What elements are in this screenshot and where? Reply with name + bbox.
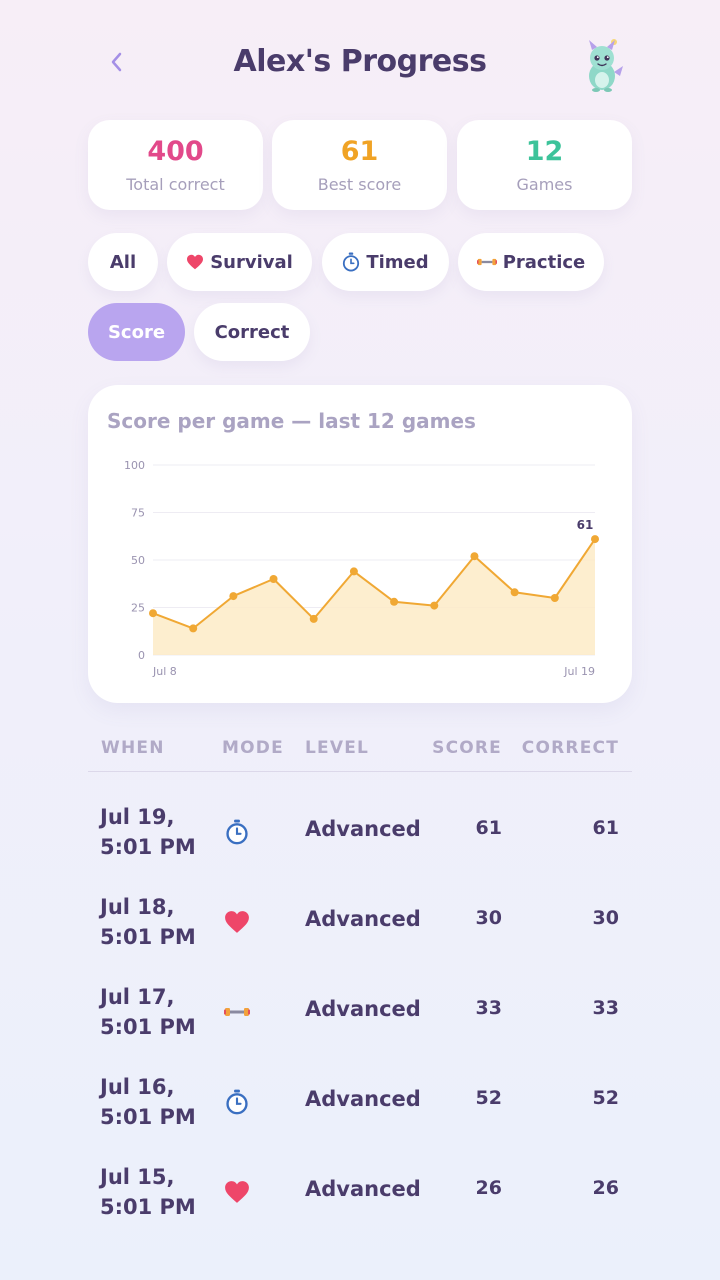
chip-label: Score bbox=[107, 321, 166, 343]
cell-date: Jul 18, bbox=[100, 895, 175, 919]
data-label: 61 bbox=[577, 518, 594, 532]
cell-date: Jul 15, bbox=[100, 1165, 175, 1189]
header: Alex's Progress bbox=[0, 30, 720, 100]
data-point bbox=[149, 609, 157, 618]
cell-correct: 26 bbox=[592, 1177, 619, 1199]
stat-label: Games bbox=[516, 175, 573, 194]
data-point bbox=[189, 624, 198, 633]
stat-value: 400 bbox=[147, 136, 204, 167]
data-point bbox=[550, 594, 559, 602]
header-correct: CORRECT bbox=[521, 738, 619, 758]
cell-level: Advanced bbox=[305, 907, 421, 931]
cell-when: Jul 19, 5:01 PM bbox=[100, 802, 196, 862]
y-tick-label: 100 bbox=[124, 459, 145, 472]
cell-date: Jul 17, bbox=[100, 985, 175, 1009]
data-point bbox=[229, 592, 238, 601]
chip-label: Practice bbox=[502, 251, 586, 273]
metric-correct-chip[interactable]: Correct bbox=[194, 303, 310, 361]
dumbbell-icon bbox=[222, 997, 252, 1027]
cell-when: Jul 16, 5:01 PM bbox=[100, 1072, 196, 1132]
filter-timed-chip[interactable]: Timed bbox=[322, 233, 449, 291]
y-tick-label: 0 bbox=[138, 649, 145, 662]
cell-time: 5:01 PM bbox=[100, 1105, 196, 1129]
stat-value: 12 bbox=[525, 136, 564, 167]
data-point bbox=[309, 614, 318, 623]
stat-label: Best score bbox=[317, 175, 402, 194]
y-tick-label: 50 bbox=[131, 554, 145, 567]
chip-label: All bbox=[109, 251, 137, 273]
table-header: WHEN MODE LEVEL SCORE CORRECT bbox=[88, 738, 632, 772]
header-level: LEVEL bbox=[305, 738, 370, 758]
chip-label: Correct bbox=[214, 321, 290, 343]
stat-label: Total correct bbox=[126, 175, 225, 194]
header-score: SCORE bbox=[432, 738, 502, 758]
stat-games: 12 Games bbox=[457, 120, 632, 210]
cell-time: 5:01 PM bbox=[100, 1015, 196, 1039]
chip-label: Survival bbox=[210, 251, 293, 273]
data-point bbox=[591, 535, 599, 544]
data-point bbox=[269, 575, 278, 583]
data-point bbox=[510, 588, 519, 597]
table-row[interactable]: Jul 17, 5:01 PM Advanced 33 33 bbox=[88, 966, 632, 1056]
stats-row: 400 Total correct 61 Best score 12 Games bbox=[88, 120, 632, 210]
cell-level: Advanced bbox=[305, 1177, 421, 1201]
data-point bbox=[390, 597, 399, 606]
metric-score-chip[interactable]: Score bbox=[88, 303, 185, 361]
cell-when: Jul 15, 5:01 PM bbox=[100, 1162, 196, 1222]
stat-best-score: 61 Best score bbox=[272, 120, 447, 210]
heart-icon bbox=[186, 254, 204, 270]
cell-correct: 52 bbox=[592, 1087, 619, 1109]
data-point bbox=[470, 552, 479, 561]
heart-icon bbox=[222, 907, 252, 937]
cell-when: Jul 17, 5:01 PM bbox=[100, 982, 196, 1042]
dumbbell-icon bbox=[476, 256, 497, 268]
filter-all-chip[interactable]: All bbox=[88, 233, 158, 291]
filter-survival-chip[interactable]: Survival bbox=[167, 233, 312, 291]
cell-level: Advanced bbox=[305, 1087, 421, 1111]
cell-level: Advanced bbox=[305, 817, 421, 841]
y-tick-label: 75 bbox=[131, 507, 145, 520]
cell-score: 61 bbox=[475, 817, 502, 839]
cell-score: 30 bbox=[475, 907, 502, 929]
stat-total-correct: 400 Total correct bbox=[88, 120, 263, 210]
table-row[interactable]: Jul 18, 5:01 PM Advanced 30 30 bbox=[88, 876, 632, 966]
stopwatch-icon bbox=[342, 252, 360, 272]
cell-score: 52 bbox=[475, 1087, 502, 1109]
cell-score: 26 bbox=[475, 1177, 502, 1199]
stopwatch-icon bbox=[222, 1087, 252, 1117]
y-tick-label: 25 bbox=[131, 602, 145, 615]
chip-label: Timed bbox=[366, 251, 429, 273]
data-point bbox=[430, 601, 439, 610]
area-fill bbox=[153, 539, 595, 655]
table-row[interactable]: Jul 15, 5:01 PM Advanced 26 26 bbox=[88, 1146, 632, 1236]
cell-date: Jul 19, bbox=[100, 805, 175, 829]
cell-time: 5:01 PM bbox=[100, 835, 196, 859]
cell-correct: 33 bbox=[592, 997, 619, 1019]
cell-level: Advanced bbox=[305, 997, 421, 1021]
header-mode: MODE bbox=[222, 738, 284, 758]
cell-when: Jul 18, 5:01 PM bbox=[100, 892, 196, 952]
cell-date: Jul 16, bbox=[100, 1075, 175, 1099]
data-point bbox=[349, 567, 358, 576]
heart-icon bbox=[222, 1177, 252, 1207]
x-tick-label: Jul 8 bbox=[152, 665, 177, 678]
x-tick-label: Jul 19 bbox=[563, 665, 595, 678]
table-row[interactable]: Jul 16, 5:01 PM Advanced 52 52 bbox=[88, 1056, 632, 1146]
cell-time: 5:01 PM bbox=[100, 925, 196, 949]
cell-correct: 61 bbox=[592, 817, 619, 839]
header-when: WHEN bbox=[101, 738, 165, 758]
score-chart: 100 75 50 25 0 61 Jul 8 Jul 19 bbox=[124, 459, 599, 678]
stat-value: 61 bbox=[340, 136, 379, 167]
cell-time: 5:01 PM bbox=[100, 1195, 196, 1219]
chart-card: Score per game — last 12 games 100 75 50 25… bbox=[88, 385, 632, 703]
cell-correct: 30 bbox=[592, 907, 619, 929]
stopwatch-icon bbox=[222, 817, 252, 847]
dragon-mascot-icon bbox=[589, 39, 623, 92]
table-row[interactable]: Jul 19, 5:01 PM Advanced 61 61 bbox=[88, 786, 632, 876]
cell-score: 33 bbox=[475, 997, 502, 1019]
filter-practice-chip[interactable]: Practice bbox=[458, 233, 604, 291]
